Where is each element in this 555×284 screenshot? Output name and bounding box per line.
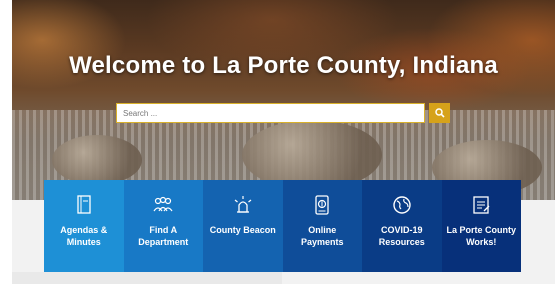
- tile-agendas-minutes[interactable]: Agendas & Minutes: [44, 180, 124, 272]
- tile-county-beacon[interactable]: County Beacon: [203, 180, 283, 272]
- search-button[interactable]: [429, 103, 450, 123]
- hero-rock: [52, 135, 142, 185]
- globe-icon: [391, 194, 413, 216]
- tile-covid-resources[interactable]: COVID-19 Resources: [362, 180, 442, 272]
- page-title: Welcome to La Porte County, Indiana: [69, 52, 498, 79]
- tile-county-works[interactable]: La Porte County Works!: [441, 180, 521, 272]
- payment-icon: [311, 194, 333, 216]
- tile-online-payments[interactable]: Online Payments: [282, 180, 362, 272]
- page: Welcome to La Porte County, Indiana Agen…: [0, 0, 555, 284]
- tile-label: La Porte County Works!: [446, 225, 516, 247]
- search-input[interactable]: [116, 103, 425, 123]
- tile-find-department[interactable]: Find A Department: [123, 180, 203, 272]
- document-icon: [73, 194, 95, 216]
- beacon-icon: [232, 194, 254, 216]
- tile-label: Find A Department: [138, 225, 189, 247]
- people-icon: [152, 194, 174, 216]
- tile-label: Online Payments: [300, 225, 344, 247]
- search-bar: [116, 103, 450, 123]
- search-icon: [434, 108, 445, 118]
- content-strip: [12, 272, 282, 284]
- hero-banner: Welcome to La Porte County, Indiana: [12, 0, 555, 200]
- tile-label: COVID-19 Resources: [378, 225, 425, 247]
- clipboard-icon: [470, 194, 492, 216]
- quick-links: Agendas & Minutes Find A Department Coun…: [44, 180, 521, 272]
- tile-label: County Beacon: [209, 225, 276, 235]
- tile-label: Agendas & Minutes: [60, 225, 108, 247]
